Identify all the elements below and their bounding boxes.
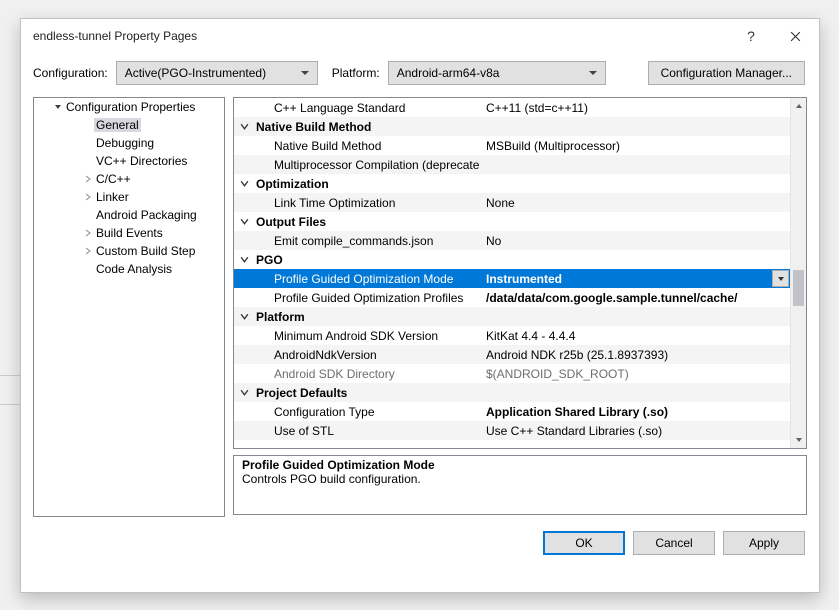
property-name: Emit compile_commands.json [254, 234, 482, 248]
grid-group-header[interactable]: Platform [234, 307, 790, 326]
caret-right-icon [82, 175, 94, 183]
help-button[interactable]: ? [729, 21, 773, 51]
caret-right-icon [82, 247, 94, 255]
scroll-down-icon[interactable] [791, 432, 806, 448]
grid-property-row[interactable]: Emit compile_commands.jsonNo [234, 231, 790, 250]
tree-item-code-analysis[interactable]: Code Analysis [34, 260, 224, 278]
close-button[interactable] [773, 21, 817, 51]
platform-select[interactable]: Android-arm64-v8a [388, 61, 606, 85]
property-name: Profile Guided Optimization Mode [254, 272, 482, 286]
close-icon [790, 31, 801, 42]
property-name: Native Build Method [254, 139, 482, 153]
grid-property-row[interactable]: C++ Language StandardC++11 (std=c++11) [234, 98, 790, 117]
property-value[interactable]: /data/data/com.google.sample.tunnel/cach… [482, 291, 790, 305]
description-panel: Profile Guided Optimization Mode Control… [233, 455, 807, 515]
property-name: Output Files [254, 215, 480, 229]
scroll-up-icon[interactable] [791, 98, 806, 114]
property-value[interactable]: No [482, 234, 790, 248]
property-name: PGO [254, 253, 480, 267]
grid-property-row[interactable]: Android SDK Directory$(ANDROID_SDK_ROOT) [234, 364, 790, 383]
property-value[interactable]: None [482, 196, 790, 210]
tree-item-linker[interactable]: Linker [34, 188, 224, 206]
grid-group-header[interactable]: Output Files [234, 212, 790, 231]
grid-group-header[interactable]: Optimization [234, 174, 790, 193]
property-name: AndroidNdkVersion [254, 348, 482, 362]
collapse-icon[interactable] [234, 312, 254, 321]
window-title: endless-tunnel Property Pages [33, 29, 729, 43]
collapse-icon[interactable] [234, 217, 254, 226]
grid-property-row[interactable]: AndroidNdkVersionAndroid NDK r25b (25.1.… [234, 345, 790, 364]
property-value[interactable]: $(ANDROID_SDK_ROOT) [482, 367, 790, 381]
grid-property-row[interactable]: Use of STLUse C++ Standard Libraries (.s… [234, 421, 790, 440]
property-value[interactable]: Instrumented [482, 272, 772, 286]
titlebar: endless-tunnel Property Pages ? [21, 19, 819, 53]
collapse-icon[interactable] [234, 388, 254, 397]
property-name: Android SDK Directory [254, 367, 482, 381]
grid-property-row[interactable]: Profile Guided Optimization ModeInstrume… [234, 269, 790, 288]
configuration-label: Configuration: [33, 66, 108, 80]
property-value[interactable]: Android NDK r25b (25.1.8937393) [482, 348, 790, 362]
property-value[interactable]: MSBuild (Multiprocessor) [482, 139, 790, 153]
property-tree[interactable]: Configuration Properties General Debuggi… [33, 97, 225, 517]
property-name: C++ Language Standard [254, 101, 482, 115]
caret-right-icon [82, 229, 94, 237]
grid-group-header[interactable]: PGO [234, 250, 790, 269]
property-value[interactable]: C++11 (std=c++11) [482, 101, 790, 115]
apply-button[interactable]: Apply [723, 531, 805, 555]
caret-right-icon [82, 193, 94, 201]
caret-down-icon [52, 103, 64, 111]
collapse-icon[interactable] [234, 179, 254, 188]
description-text: Controls PGO build configuration. [242, 472, 798, 486]
scrollbar-thumb[interactable] [793, 270, 804, 306]
tree-root[interactable]: Configuration Properties [34, 98, 224, 116]
tree-item-android-packaging[interactable]: Android Packaging [34, 206, 224, 224]
property-grid[interactable]: C++ Language StandardC++11 (std=c++11)Na… [233, 97, 807, 449]
grid-property-row[interactable]: Profile Guided Optimization Profiles/dat… [234, 288, 790, 307]
grid-group-header[interactable]: Native Build Method [234, 117, 790, 136]
collapse-icon[interactable] [234, 122, 254, 131]
tree-item-build-events[interactable]: Build Events [34, 224, 224, 242]
grid-property-row[interactable]: Native Build MethodMSBuild (Multiprocess… [234, 136, 790, 155]
ok-button[interactable]: OK [543, 531, 625, 555]
help-icon: ? [747, 28, 755, 44]
grid-property-row[interactable]: Minimum Android SDK VersionKitKat 4.4 - … [234, 326, 790, 345]
description-title: Profile Guided Optimization Mode [242, 458, 798, 472]
property-name: Configuration Type [254, 405, 482, 419]
platform-label: Platform: [332, 66, 380, 80]
tree-item-custom-build-step[interactable]: Custom Build Step [34, 242, 224, 260]
footer: OK Cancel Apply [21, 517, 819, 555]
property-name: Profile Guided Optimization Profiles [254, 291, 482, 305]
grid-property-row[interactable]: Configuration TypeApplication Shared Lib… [234, 402, 790, 421]
property-name: Platform [254, 310, 480, 324]
collapse-icon[interactable] [234, 255, 254, 264]
property-value[interactable]: Use C++ Standard Libraries (.so) [482, 424, 790, 438]
property-value[interactable]: Application Shared Library (.so) [482, 405, 790, 419]
tree-item-general[interactable]: General [34, 116, 224, 134]
scrollbar[interactable] [790, 98, 806, 448]
tree-item-debugging[interactable]: Debugging [34, 134, 224, 152]
grid-group-header[interactable]: Project Defaults [234, 383, 790, 402]
tree-item-vcpp-directories[interactable]: VC++ Directories [34, 152, 224, 170]
property-name: Minimum Android SDK Version [254, 329, 482, 343]
configuration-manager-button[interactable]: Configuration Manager... [648, 61, 805, 85]
property-pages-dialog: endless-tunnel Property Pages ? Configur… [20, 18, 820, 593]
cancel-button[interactable]: Cancel [633, 531, 715, 555]
grid-property-row[interactable]: Link Time OptimizationNone [234, 193, 790, 212]
property-name: Use of STL [254, 424, 482, 438]
dropdown-button[interactable] [772, 270, 789, 287]
property-name: Multiprocessor Compilation (deprecate [254, 158, 482, 172]
property-value[interactable]: KitKat 4.4 - 4.4.4 [482, 329, 790, 343]
tree-item-ccpp[interactable]: C/C++ [34, 170, 224, 188]
grid-property-row[interactable]: Multiprocessor Compilation (deprecate [234, 155, 790, 174]
configuration-select[interactable]: Active(PGO-Instrumented) [116, 61, 318, 85]
property-name: Link Time Optimization [254, 196, 482, 210]
property-name: Project Defaults [254, 386, 480, 400]
property-name: Optimization [254, 177, 480, 191]
config-row: Configuration: Active(PGO-Instrumented) … [21, 53, 819, 93]
property-name: Native Build Method [254, 120, 480, 134]
